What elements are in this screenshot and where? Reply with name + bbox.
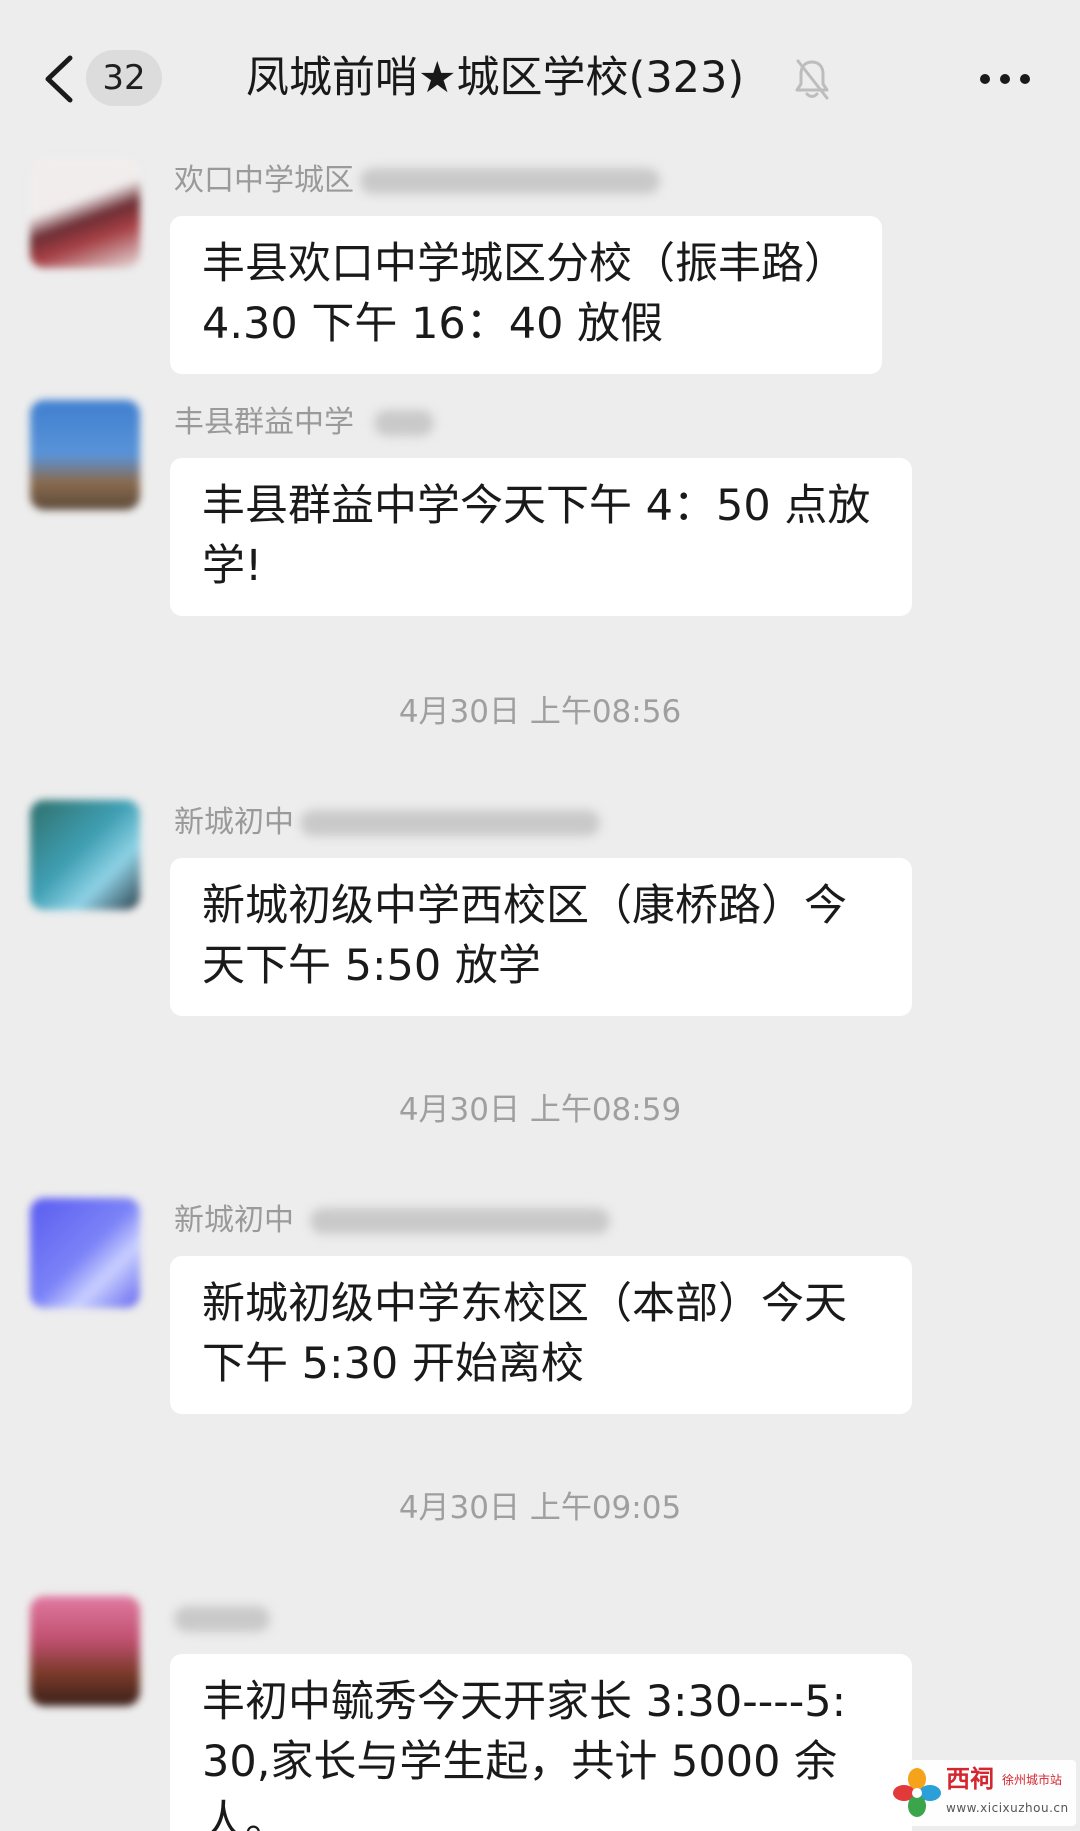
message-bubble[interactable]: 新城初级中学西校区（康桥路）今 天下午 5:50 放学 bbox=[170, 858, 912, 1016]
message-timestamp: 4月30日 上午09:05 bbox=[398, 1490, 682, 1526]
message-timestamp: 4月30日 上午08:59 bbox=[398, 1092, 682, 1128]
flower-logo-icon bbox=[893, 1768, 941, 1817]
sender-name-text: 欢口中学城区 bbox=[174, 163, 354, 198]
message-text-line: 下午 5:30 开始离校 bbox=[202, 1339, 584, 1389]
unread-count-badge[interactable]: 32 bbox=[86, 50, 162, 106]
message-text-line: 丰县欢口中学城区分校（振丰路） bbox=[202, 239, 847, 289]
sender-avatar[interactable] bbox=[30, 158, 140, 268]
sender-name: 丰县群益中学 bbox=[174, 400, 434, 446]
message-text-line: 学! bbox=[202, 541, 263, 591]
message-bubble[interactable]: 丰县欢口中学城区分校（振丰路） 4.30 下午 16：40 放假 bbox=[170, 216, 882, 374]
sender-avatar[interactable] bbox=[30, 800, 140, 910]
message-bubble[interactable]: 新城初级中学东校区（本部）今天 下午 5:30 开始离校 bbox=[170, 1256, 912, 1414]
sender-avatar[interactable] bbox=[30, 400, 140, 510]
message-text-line: 新城初级中学东校区（本部）今天 bbox=[202, 1279, 847, 1329]
back-arrow-icon[interactable] bbox=[40, 54, 80, 104]
sender-name: 欢口中学城区 bbox=[174, 158, 660, 204]
message-timestamp: 4月30日 上午08:56 bbox=[398, 694, 682, 730]
sender-name: 新城初中 bbox=[174, 1198, 610, 1244]
redacted-sender-detail bbox=[300, 810, 600, 836]
sender-name bbox=[174, 1596, 270, 1642]
sender-avatar[interactable] bbox=[30, 1596, 140, 1706]
sender-name-text: 新城初中 bbox=[174, 1203, 294, 1238]
redacted-sender-detail bbox=[360, 168, 660, 194]
message-text-line: 丰初中毓秀今天开家长 3:30----5: bbox=[202, 1677, 847, 1727]
redacted-sender-detail bbox=[174, 1606, 270, 1632]
message-text-line: 4.30 下午 16：40 放假 bbox=[202, 299, 664, 349]
message-text-line: 30,家长与学生起，共计 5000 余人。 bbox=[202, 1737, 838, 1831]
message-bubble[interactable]: 丰县群益中学今天下午 4：50 点放 学! bbox=[170, 458, 912, 616]
sender-avatar[interactable] bbox=[30, 1198, 140, 1308]
mute-bell-icon bbox=[795, 59, 829, 100]
site-watermark: 西祠 徐州城市站 www.xicixuzhou.cn bbox=[884, 1760, 1076, 1826]
redacted-sender-detail bbox=[310, 1208, 610, 1234]
sender-name-text: 丰县群益中学 bbox=[174, 405, 354, 440]
sender-name: 新城初中 bbox=[174, 800, 600, 846]
redacted-sender-detail bbox=[374, 410, 434, 436]
message-text-line: 天下午 5:50 放学 bbox=[202, 941, 541, 991]
more-options-icon[interactable] bbox=[978, 62, 1032, 96]
message-text-line: 新城初级中学西校区（康桥路）今 bbox=[202, 881, 847, 931]
chat-screen: 32 凤城前哨★城区学校(323) 欢口中学城区 丰县欢口中学城区分校（振丰路）… bbox=[0, 0, 1080, 1831]
message-bubble[interactable]: 丰初中毓秀今天开家长 3:30----5: 30,家长与学生起，共计 5000 … bbox=[170, 1654, 912, 1831]
message-text-line: 丰县群益中学今天下午 4：50 点放 bbox=[202, 481, 871, 531]
watermark-url: www.xicixuzhou.cn bbox=[946, 1801, 1069, 1815]
sender-name-text: 新城初中 bbox=[174, 805, 294, 840]
chat-header: 32 凤城前哨★城区学校(323) bbox=[0, 0, 1080, 150]
group-title: 凤城前哨★城区学校(323) bbox=[246, 53, 745, 103]
watermark-brand: 西祠 bbox=[946, 1764, 994, 1793]
watermark-city: 徐州城市站 bbox=[1002, 1773, 1063, 1787]
